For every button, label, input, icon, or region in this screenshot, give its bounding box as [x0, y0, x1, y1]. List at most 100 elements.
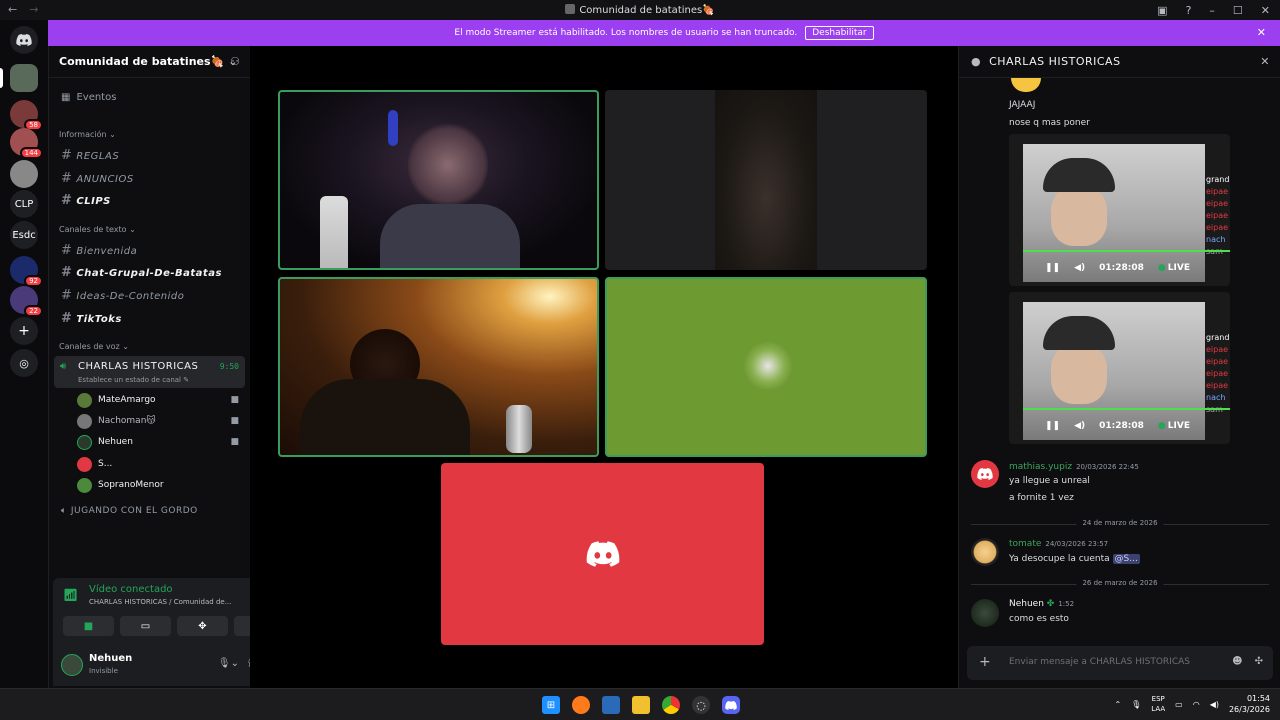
server-avatar-1[interactable]: [10, 64, 38, 92]
add-server-icon[interactable]: +: [10, 317, 38, 345]
video-tile-3[interactable]: [278, 277, 599, 457]
video-tile-2[interactable]: [605, 90, 927, 270]
user-avatar[interactable]: [61, 654, 83, 676]
server-esdc[interactable]: Esdc: [10, 221, 38, 249]
window-title: Comunidad de batatines🍖: [0, 4, 1280, 16]
voice-channel-charlas[interactable]: 🔊︎ CHARLAS HISTORICAS Establece un estad…: [54, 356, 245, 388]
mic-icon[interactable]: 🎙︎⌄: [218, 658, 239, 669]
message-author[interactable]: Nehuen ✤ 1:52: [1009, 599, 1074, 609]
server-avatar-3[interactable]: 144: [10, 128, 43, 159]
channel-ideas[interactable]: # Ideas-De-Contenido: [61, 288, 184, 303]
home-discord-icon[interactable]: [10, 26, 38, 54]
screen-share-button[interactable]: ▭: [120, 616, 171, 636]
server-label: Esdc: [12, 229, 36, 241]
channel-reglas[interactable]: # REGLAS: [61, 148, 119, 163]
chrome-icon[interactable]: [662, 696, 680, 714]
channel-anuncios[interactable]: # ANUNCIOS: [61, 171, 134, 186]
video-tile-4[interactable]: [605, 277, 927, 457]
channel-status-prompt[interactable]: Establece un estado de canal ✎: [78, 376, 189, 384]
folder-icon[interactable]: [632, 696, 650, 714]
pause-icon[interactable]: ❚❚: [1045, 421, 1060, 431]
invite-user-icon[interactable]: ⚇: [230, 55, 240, 68]
voice-user-mateamargo[interactable]: MateAmargo ■: [77, 391, 239, 409]
voice-user-sopranomenor[interactable]: SopranoMenor: [77, 476, 239, 494]
channel-clips[interactable]: # CLIPS: [61, 193, 111, 208]
server-header[interactable]: Comunidad de batatines🍖 ⌄ ⚇: [49, 46, 250, 78]
tray-chevron-icon[interactable]: ⌃: [1114, 700, 1121, 709]
minimize-icon[interactable]: –: [1209, 4, 1215, 17]
window-controls: ▣ ? – ☐ ✕: [1157, 0, 1280, 20]
message-body: Ya desocupe la cuenta: [1009, 554, 1110, 564]
voice-user-nehuen[interactable]: Nehuen ■: [77, 433, 239, 451]
video-clip-1[interactable]: grand eipae eipae eipae eipae nach sam ❚…: [1009, 134, 1230, 286]
message-author[interactable]: mathias.yupiz 20/03/2026 22:45: [1009, 462, 1139, 472]
voice-user-nachoman[interactable]: Nachoman😽 ■: [77, 412, 239, 430]
inbox-icon[interactable]: ▣: [1157, 4, 1167, 17]
discord-logo-icon: [586, 541, 619, 567]
server-avatar-4[interactable]: [10, 160, 38, 188]
connection-location[interactable]: CHARLAS HISTORICAS / Comunidad de...: [89, 598, 231, 606]
video-tile-1[interactable]: [278, 90, 599, 270]
clip-side-text: eipae: [1206, 211, 1229, 220]
author-name: mathias.yupiz: [1009, 462, 1073, 472]
maximize-icon[interactable]: ☐: [1233, 4, 1243, 17]
message-input[interactable]: Enviar mensaje a CHARLAS HISTORICAS: [1009, 657, 1190, 667]
close-banner-icon[interactable]: ✕: [1257, 26, 1266, 39]
streamer-mode-banner: El modo Streamer está habilitado. Los no…: [48, 20, 1280, 46]
channel-chat-grupal[interactable]: # Chat-Grupal-De-Batatas: [61, 265, 222, 280]
video-clip-2[interactable]: grand eipae eipae eipae eipae nach sam ❚…: [1009, 292, 1230, 444]
firefox-icon[interactable]: [572, 696, 590, 714]
voice-channel-jugando[interactable]: 🔈︎ JUGANDO CON EL GORDO: [61, 506, 198, 516]
user-name: Nehuen: [89, 653, 133, 664]
voice-user-name: SopranoMenor: [98, 480, 164, 490]
emoji-icon[interactable]: ☻: [1232, 656, 1242, 667]
clip-progress-bar[interactable]: [1023, 408, 1230, 410]
channel-bienvenida[interactable]: # Bienvenida: [61, 243, 137, 258]
close-chat-icon[interactable]: ✕: [1260, 55, 1270, 68]
window-title-text: Comunidad de batatines🍖: [579, 5, 715, 16]
taskbar-apps: ⊞ ◌: [542, 696, 740, 714]
language-indicator[interactable]: ESP LAA: [1151, 694, 1165, 714]
discover-icon[interactable]: ◎: [10, 349, 38, 377]
category-text[interactable]: Canales de texto ⌄: [59, 225, 136, 234]
activities-button[interactable]: ✥: [177, 616, 228, 636]
server-avatar-8[interactable]: 22: [10, 286, 43, 317]
camera-button[interactable]: ■: [63, 616, 114, 636]
connection-status: Vídeo conectado: [89, 584, 173, 595]
disable-streamer-button[interactable]: Deshabilitar: [805, 26, 874, 40]
avatar[interactable]: [971, 460, 999, 488]
close-window-icon[interactable]: ✕: [1261, 4, 1270, 17]
events-item[interactable]: ▦ Eventos: [61, 92, 116, 103]
tray-mic-icon[interactable]: 🎙︎: [1131, 700, 1141, 709]
pause-icon[interactable]: ❚❚: [1045, 263, 1060, 273]
volume-icon[interactable]: ◀): [1074, 263, 1085, 273]
wifi-icon[interactable]: ◠: [1193, 700, 1200, 709]
attach-plus-icon[interactable]: +: [979, 654, 991, 670]
message-author[interactable]: tomate 24/03/2026 23:57: [1009, 539, 1108, 549]
voice-user-s[interactable]: S...: [77, 455, 239, 473]
clip-controls: ❚❚ ◀) 01:28:08 LIVE: [1045, 421, 1190, 431]
volume-icon[interactable]: ◀): [1074, 421, 1085, 431]
category-info[interactable]: Información ⌄: [59, 130, 116, 139]
obs-icon[interactable]: ◌: [692, 696, 710, 714]
user-mention[interactable]: @S...: [1112, 554, 1140, 564]
voice-text-chat: ● CHARLAS HISTORICAS ✕ JAJAAJ nose q mas…: [958, 46, 1280, 688]
volume-tray-icon[interactable]: ◀): [1210, 700, 1219, 709]
discord-taskbar-icon[interactable]: [722, 696, 740, 714]
server-label: CLP: [14, 198, 34, 210]
display-icon[interactable]: ▭: [1175, 700, 1183, 709]
avatar[interactable]: [971, 599, 999, 627]
clip-progress-bar[interactable]: [1023, 250, 1230, 252]
clock[interactable]: 01:54 26/3/2026: [1229, 693, 1270, 715]
avatar[interactable]: [971, 538, 999, 566]
server-avatar-7[interactable]: 92: [10, 256, 43, 287]
apps-icon[interactable]: ✣: [1255, 656, 1263, 667]
help-icon[interactable]: ?: [1186, 4, 1192, 17]
windows-start-icon[interactable]: ⊞: [542, 696, 560, 714]
video-tile-5[interactable]: [441, 463, 764, 645]
explorer-window-icon[interactable]: [602, 696, 620, 714]
server-clp[interactable]: CLP: [10, 190, 38, 218]
category-voice[interactable]: Canales de voz ⌄: [59, 342, 129, 351]
channel-tiktoks[interactable]: # TikToks: [61, 311, 122, 326]
server-avatar-2[interactable]: 58: [10, 100, 43, 131]
